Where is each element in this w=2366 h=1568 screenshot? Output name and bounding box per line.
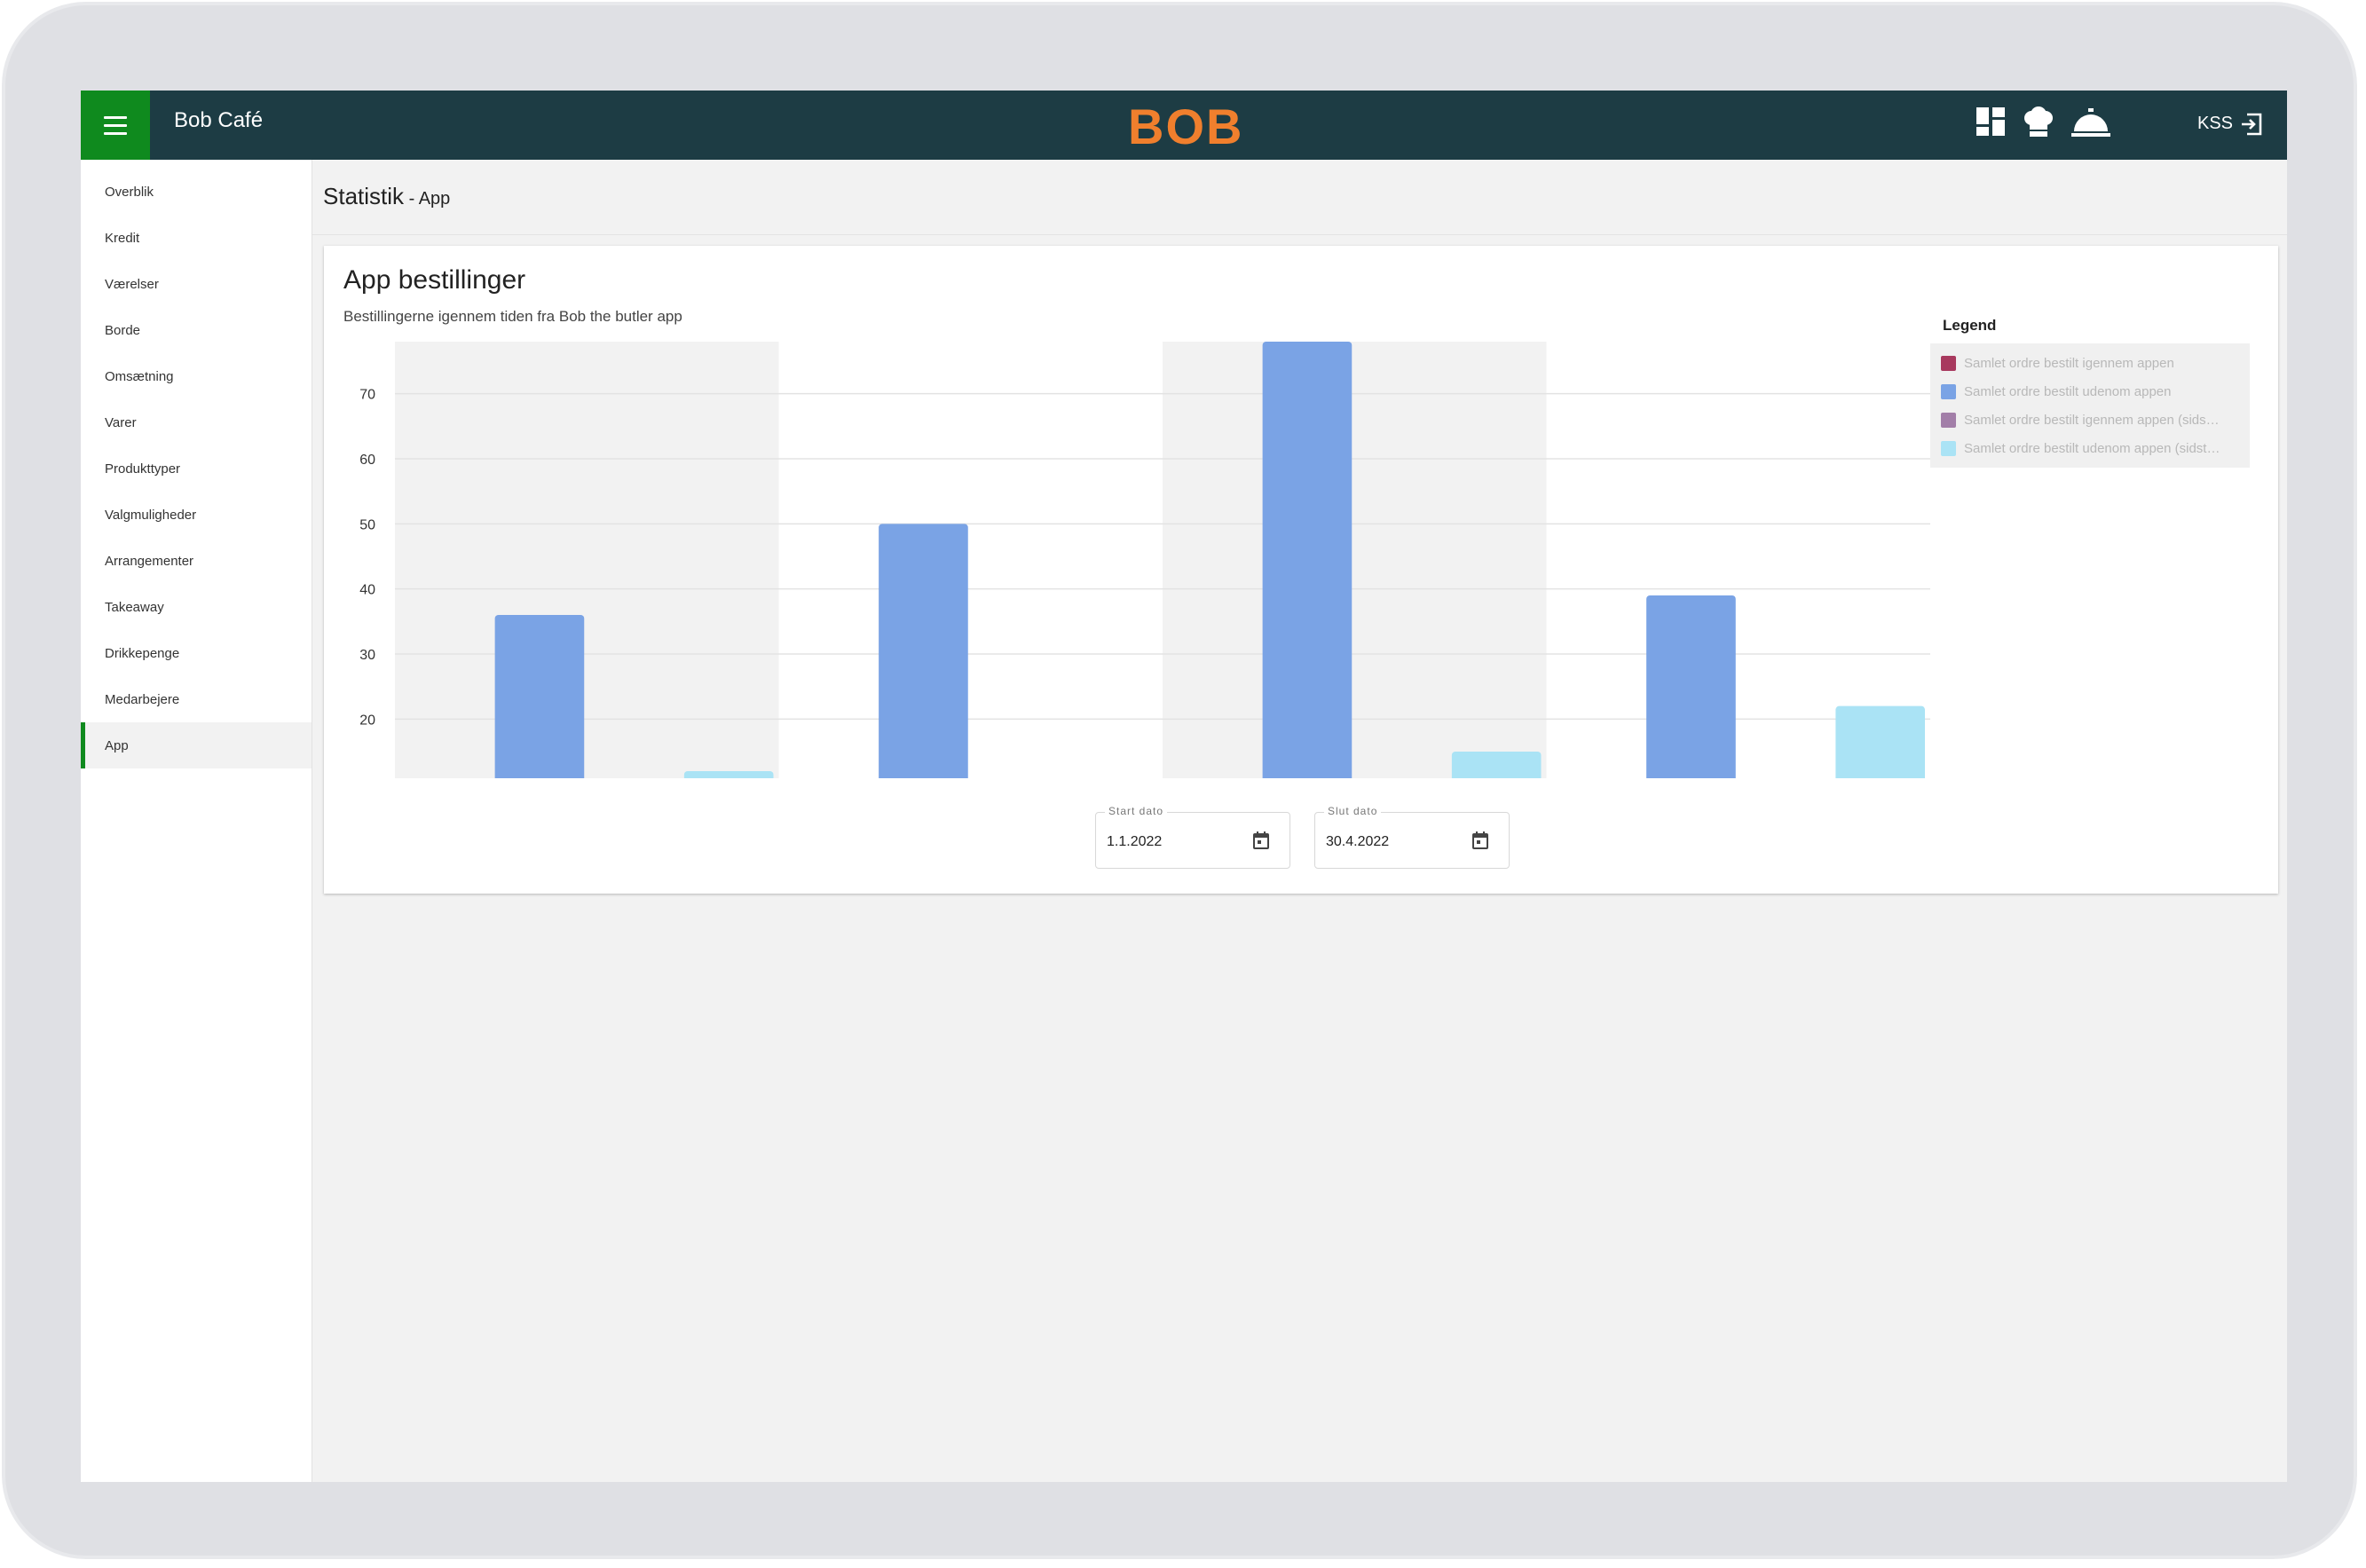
page-subtitle: - App: [404, 189, 451, 209]
top-bar: Bob Café BOB KSS: [81, 91, 2287, 160]
end-date-field[interactable]: Slut dato 30.4.2022: [1314, 805, 1510, 869]
bar: [1451, 752, 1542, 778]
app-title: Bob Café: [174, 108, 264, 132]
legend-item[interactable]: Samlet ordre bestilt udenom appen (sidst…: [1941, 434, 2241, 462]
sidebar-item-takeaway[interactable]: Takeaway: [81, 584, 312, 630]
hamburger-icon: [104, 114, 127, 138]
legend-item[interactable]: Samlet ordre bestilt udenom appen: [1941, 377, 2241, 406]
bar: [1835, 705, 1925, 778]
sidebar-item-label: Arrangementer: [105, 553, 194, 569]
legend-item[interactable]: Samlet ordre bestilt igennem appen (sids…: [1941, 406, 2241, 434]
start-date-field[interactable]: Start dato 1.1.2022: [1095, 805, 1290, 869]
bob-logo: BOB: [1128, 98, 1244, 154]
app-screen: Bob Café BOB KSS Overblik Kredit Værelse…: [81, 91, 2287, 1482]
category-band: [395, 342, 779, 778]
sidebar: Overblik Kredit Værelser Borde Omsætning…: [81, 160, 312, 1482]
legend-label: Samlet ordre bestilt igennem appen: [1964, 355, 2174, 371]
sidebar-item-label: Valgmuligheder: [105, 507, 197, 523]
sidebar-item-label: Overblik: [105, 184, 154, 200]
end-date-value: 30.4.2022: [1326, 834, 1390, 849]
legend-item[interactable]: Samlet ordre bestilt igennem appen: [1941, 349, 2241, 377]
sidebar-item-omsaetning[interactable]: Omsætning: [81, 353, 312, 399]
sidebar-item-medarbejere[interactable]: Medarbejere: [81, 676, 312, 722]
bar: [1646, 595, 1736, 778]
sidebar-item-valgmuligheder[interactable]: Valgmuligheder: [81, 492, 312, 538]
stats-card: App bestillinger Bestillingerne igennem …: [324, 246, 2278, 894]
y-tick-label: 40: [359, 583, 375, 598]
chart-legend: Legend Samlet ordre bestilt igennem appe…: [1930, 317, 2250, 468]
start-date-value: 1.1.2022: [1107, 834, 1163, 849]
legend-label: Samlet ordre bestilt udenom appen (sidst…: [1964, 440, 2220, 456]
bar: [879, 524, 968, 778]
sidebar-item-label: Medarbejere: [105, 691, 180, 707]
legend-swatch: [1941, 412, 1956, 428]
sidebar-item-label: Omsætning: [105, 368, 174, 384]
sidebar-item-kredit[interactable]: Kredit: [81, 215, 312, 261]
legend-box: Samlet ordre bestilt igennem appen Samlet…: [1930, 343, 2250, 468]
start-date-label: Start dato: [1105, 805, 1168, 817]
legend-swatch: [1941, 383, 1956, 399]
sidebar-item-label: Varer: [105, 414, 137, 430]
legend-label: Samlet ordre bestilt igennem appen (sids…: [1964, 412, 2220, 428]
bar: [1262, 342, 1353, 778]
page-header: Statistik - App: [312, 160, 2287, 235]
page-title: Statistik - App: [323, 183, 451, 209]
end-date-label: Slut dato: [1324, 805, 1382, 817]
sidebar-item-label: Drikkepenge: [105, 645, 180, 661]
logout-icon[interactable]: [2239, 112, 2264, 137]
legend-label: Samlet ordre bestilt udenom appen: [1964, 383, 2172, 399]
bar: [683, 771, 774, 778]
bar: [494, 615, 585, 778]
sidebar-item-label: Kredit: [105, 230, 140, 246]
user-label[interactable]: KSS: [2197, 114, 2233, 134]
y-tick-label: 20: [359, 713, 375, 728]
device-frame: Bob Café BOB KSS Overblik Kredit Værelse…: [0, 0, 2366, 1568]
legend-swatch: [1941, 440, 1956, 456]
sidebar-item-arrangementer[interactable]: Arrangementer: [81, 538, 312, 584]
legend-swatch: [1941, 355, 1956, 371]
category-band: [1163, 342, 1547, 778]
sidebar-item-produkttyper[interactable]: Produkttyper: [81, 445, 312, 492]
chef-hat-icon[interactable]: [2023, 106, 2054, 138]
y-tick-label: 50: [359, 517, 375, 532]
sidebar-item-app[interactable]: App: [81, 722, 312, 768]
sidebar-item-label: Takeaway: [105, 599, 164, 615]
calendar-icon[interactable]: [1471, 831, 1489, 850]
sidebar-item-drikkepenge[interactable]: Drikkepenge: [81, 630, 312, 676]
sidebar-item-varer[interactable]: Varer: [81, 399, 312, 445]
sidebar-item-label: App: [105, 737, 129, 753]
sidebar-item-borde[interactable]: Borde: [81, 307, 312, 353]
sidebar-item-label: Borde: [105, 322, 141, 338]
calendar-icon[interactable]: [1252, 831, 1270, 850]
y-tick-label: 60: [359, 453, 375, 468]
sidebar-item-label: Værelser: [105, 276, 159, 292]
sidebar-item-vaerelser[interactable]: Værelser: [81, 261, 312, 307]
menu-button[interactable]: [81, 91, 150, 160]
y-tick-label: 70: [359, 388, 375, 403]
sidebar-item-overblik[interactable]: Overblik: [81, 169, 312, 215]
legend-title: Legend: [1943, 317, 1997, 334]
dashboard-icon[interactable]: [1976, 106, 2006, 137]
y-tick-label: 30: [359, 648, 375, 663]
service-bell-icon[interactable]: [2070, 106, 2111, 138]
sidebar-item-label: Produkttyper: [105, 461, 181, 477]
